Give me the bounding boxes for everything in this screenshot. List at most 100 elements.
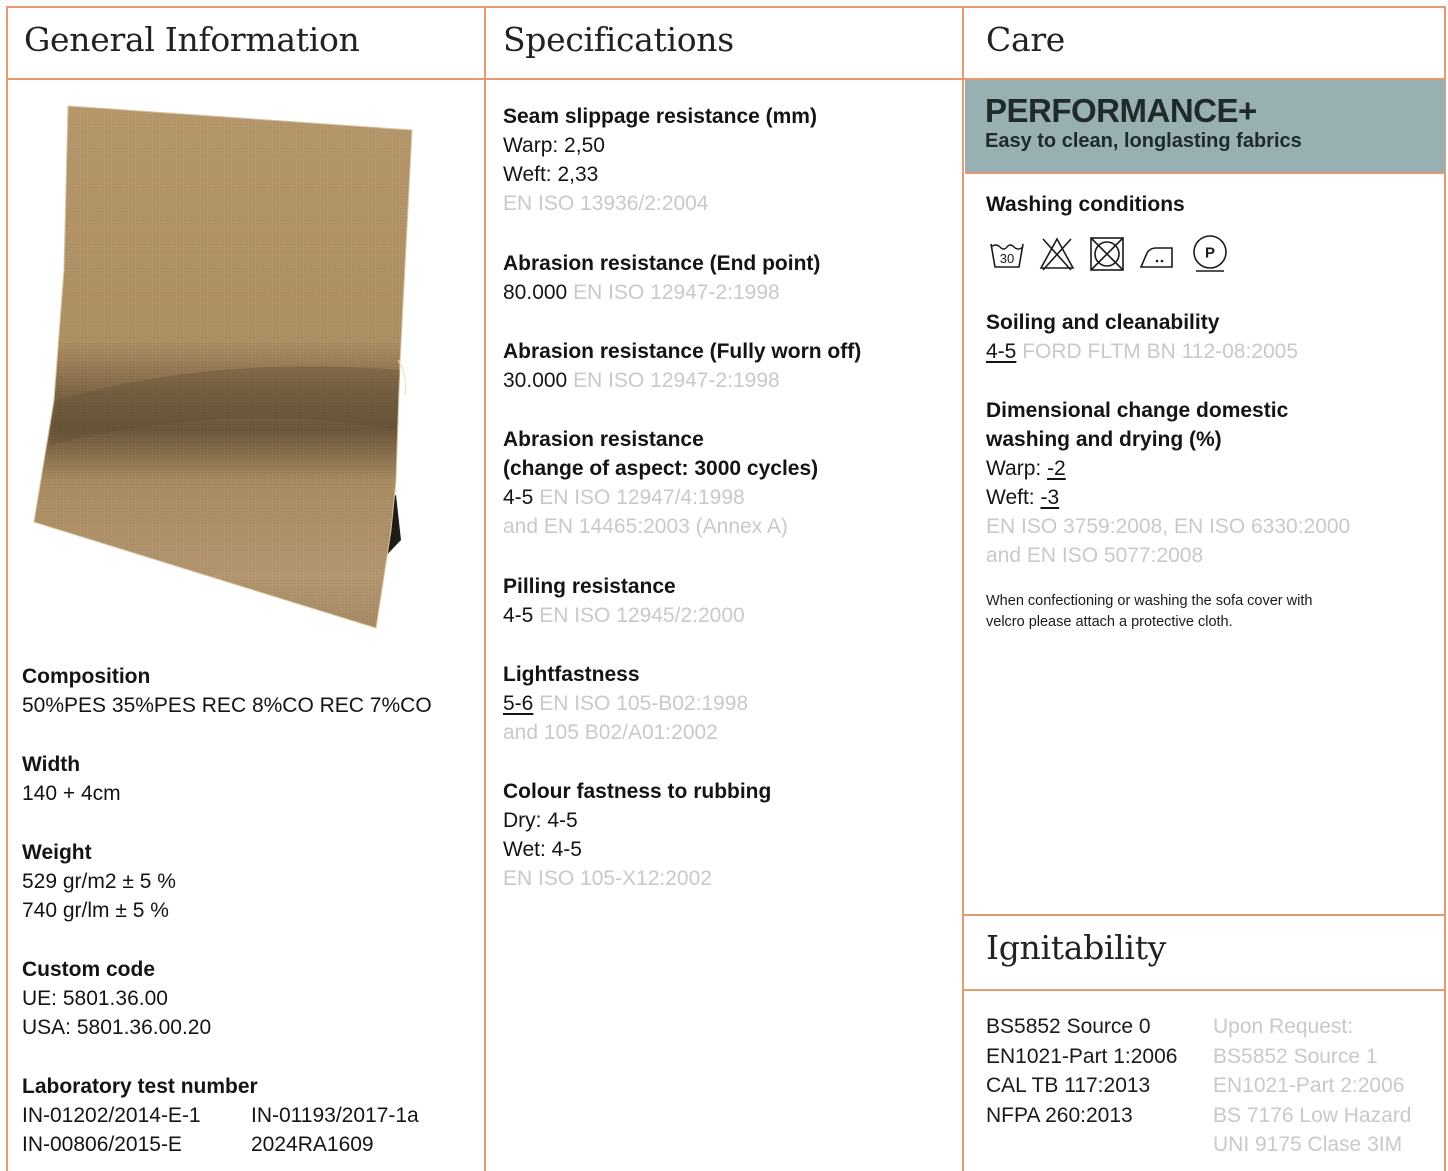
rubbing-block: Colour fastness to rubbing Dry: 4-5 Wet:… — [503, 777, 771, 893]
soiling-standard: FORD FLTM BN 112-08:2005 — [1022, 340, 1299, 363]
dry-clean-p-icon: P — [1193, 235, 1227, 272]
abrasion-aspect-label-cont: (change of aspect: 3000 cycles) — [503, 457, 819, 480]
dim-weft-prefix: Weft: — [986, 486, 1041, 509]
lab-test-number: IN-01202/2014-E-1 — [22, 1104, 201, 1127]
care-icons: 30 P — [988, 232, 1230, 276]
abrasion-end-standard: EN ISO 12947-2:1998 — [573, 281, 780, 304]
dim-warp-prefix: Warp: — [986, 457, 1048, 480]
lab-test-block: Laboratory test number IN-01202/2014-E-1… — [22, 1072, 451, 1159]
performance-subtitle: Easy to clean, longlasting fabrics — [985, 130, 1302, 152]
left-border — [6, 6, 8, 1171]
dim-weft-value: -3 — [1040, 486, 1060, 509]
rubbing-standard: EN ISO 105-X12:2002 — [503, 867, 712, 890]
weight-block: Weight 529 gr/m2 ± 5 % 740 gr/lm ± 5 % — [22, 838, 176, 925]
lab-test-number: IN-00806/2015-E — [22, 1133, 182, 1156]
lab-test-number: 2024RA1609 — [251, 1133, 374, 1156]
soiling-value: 4-5 — [986, 340, 1017, 363]
abrasion-end-label: Abrasion resistance (End point) — [503, 252, 821, 275]
abrasion-worn-standard: EN ISO 12947-2:1998 — [573, 369, 780, 392]
ignitability-on-request: Upon Request: BS5852 Source 1 EN1021-Par… — [1213, 1012, 1448, 1160]
weight-per-m2: 529 gr/m2 ± 5 % — [22, 870, 176, 893]
pilling-block: Pilling resistance 4-5 EN ISO 12945/2:20… — [503, 572, 745, 630]
dimensional-change-block: Dimensional change domestic washing and … — [986, 396, 1350, 570]
seam-slippage-label: Seam slippage resistance (mm) — [503, 105, 817, 128]
divider-1 — [484, 6, 486, 1171]
seam-warp: Warp: 2,50 — [503, 134, 605, 157]
lightfastness-standard: EN ISO 105-B02:1998 — [539, 692, 749, 715]
abrasion-aspect-block: Abrasion resistance (change of aspect: 3… — [503, 425, 818, 541]
custom-code-ue: UE: 5801.36.00 — [22, 987, 168, 1010]
washing-label: Washing conditions — [986, 193, 1185, 216]
custom-code-label: Custom code — [22, 958, 156, 981]
composition-value: 50%PES 35%PES REC 8%CO REC 7%CO — [22, 694, 432, 717]
no-tumble-dry-icon — [1090, 237, 1124, 271]
dimensional-standard: EN ISO 3759:2008, EN ISO 6330:2000 — [986, 515, 1351, 538]
composition-block: Composition 50%PES 35%PES REC 8%CO REC 7… — [22, 662, 432, 720]
ignitability-header-rule — [962, 989, 1446, 991]
seam-slippage-block: Seam slippage resistance (mm) Warp: 2,50… — [503, 102, 817, 218]
lightfastness-label: Lightfastness — [503, 663, 640, 686]
abrasion-worn-value: 30.000 — [503, 369, 568, 392]
ignitability-passed: BS5852 Source 0 EN1021-Part 1:2006 CAL T… — [986, 1012, 1213, 1160]
ignitability-standard: EN1021-Part 1:2006 — [986, 1044, 1178, 1068]
on-request-heading: Upon Request: — [1213, 1015, 1354, 1038]
width-block: Width 140 + 4cm — [22, 750, 121, 808]
on-request-standard: EN1021-Part 2:2006 — [1213, 1074, 1405, 1097]
dimensional-change-label-cont: washing and drying (%) — [986, 428, 1222, 451]
pilling-standard: EN ISO 12945/2:2000 — [539, 604, 745, 627]
ignitability-standard: NFPA 260:2013 — [986, 1103, 1133, 1127]
ignitability-top-rule — [962, 914, 1446, 916]
weight-per-lm: 740 gr/lm ± 5 % — [22, 899, 169, 922]
ignitability-standard: CAL TB 117:2013 — [986, 1074, 1151, 1097]
lightfastness-block: Lightfastness 5-6 EN ISO 105-B02:1998 an… — [503, 660, 748, 747]
washing-block: Washing conditions — [986, 190, 1185, 219]
pilling-value: 4-5 — [503, 604, 534, 627]
soiling-label: Soiling and cleanability — [986, 311, 1220, 334]
on-request-standard: BS5852 Source 1 — [1213, 1044, 1378, 1068]
composition-label: Composition — [22, 665, 151, 688]
pilling-label: Pilling resistance — [503, 575, 676, 598]
fabric-swatch-image — [16, 100, 416, 630]
right-border — [1444, 6, 1446, 1171]
ignitability-table: BS5852 Source 0 EN1021-Part 1:2006 CAL T… — [986, 1012, 1448, 1160]
abrasion-aspect-label: Abrasion resistance — [503, 428, 704, 451]
seam-standard: EN ISO 13936/2:2004 — [503, 192, 709, 215]
on-request-standard: UNI 9175 Clase 3IM — [1213, 1133, 1403, 1156]
care-note-line: When confectioning or washing the sofa c… — [986, 593, 1313, 609]
abrasion-aspect-value: 4-5 — [503, 486, 534, 509]
performance-title: PERFORMANCE+ — [985, 92, 1257, 129]
lab-test-label: Laboratory test number — [22, 1075, 258, 1098]
rubbing-label: Colour fastness to rubbing — [503, 780, 772, 803]
specs-title: Specifications — [503, 20, 734, 59]
on-request-standard: BS 7176 Low Hazard — [1213, 1103, 1412, 1127]
lightfastness-value: 5-6 — [503, 692, 534, 715]
dimensional-change-label: Dimensional change domestic — [986, 399, 1289, 422]
dimensional-standard-cont: and EN ISO 5077:2008 — [986, 544, 1204, 567]
iron-low-icon — [1139, 247, 1173, 268]
abrasion-end-block: Abrasion resistance (End point) 80.000 E… — [503, 249, 820, 307]
seam-weft: Weft: 2,33 — [503, 163, 599, 186]
lab-test-number: IN-01193/2017-1a — [251, 1104, 419, 1127]
lightfastness-standard-cont: and 105 B02/A01:2002 — [503, 721, 718, 744]
wash-30-icon: 30 — [990, 243, 1024, 268]
custom-code-usa: USA: 5801.36.00.20 — [22, 1016, 212, 1039]
no-bleach-icon — [1039, 237, 1075, 271]
abrasion-aspect-standard: EN ISO 12947/4:1998 — [539, 486, 745, 509]
abrasion-aspect-standard-cont: and EN 14465:2003 (Annex A) — [503, 515, 788, 538]
width-label: Width — [22, 753, 81, 776]
soiling-block: Soiling and cleanability 4-5 FORD FLTM B… — [986, 308, 1298, 366]
abrasion-end-value: 80.000 — [503, 281, 568, 304]
svg-text:P: P — [1205, 245, 1215, 262]
svg-text:30: 30 — [1000, 251, 1014, 266]
abrasion-worn-label: Abrasion resistance (Fully worn off) — [503, 340, 862, 363]
custom-code-block: Custom code UE: 5801.36.00 USA: 5801.36.… — [22, 955, 211, 1042]
rubbing-dry: Dry: 4-5 — [503, 809, 578, 832]
abrasion-worn-block: Abrasion resistance (Fully worn off) 30.… — [503, 337, 861, 395]
ignitability-title: Ignitability — [986, 928, 1166, 967]
care-note-line: velcro please attach a protective cloth. — [986, 614, 1233, 630]
spec-sheet: General Information Specifications Care … — [0, 0, 1448, 1171]
care-title: Care — [986, 20, 1066, 59]
general-title: General Information — [24, 20, 360, 59]
width-value: 140 + 4cm — [22, 782, 121, 805]
rubbing-wet: Wet: 4-5 — [503, 838, 582, 861]
